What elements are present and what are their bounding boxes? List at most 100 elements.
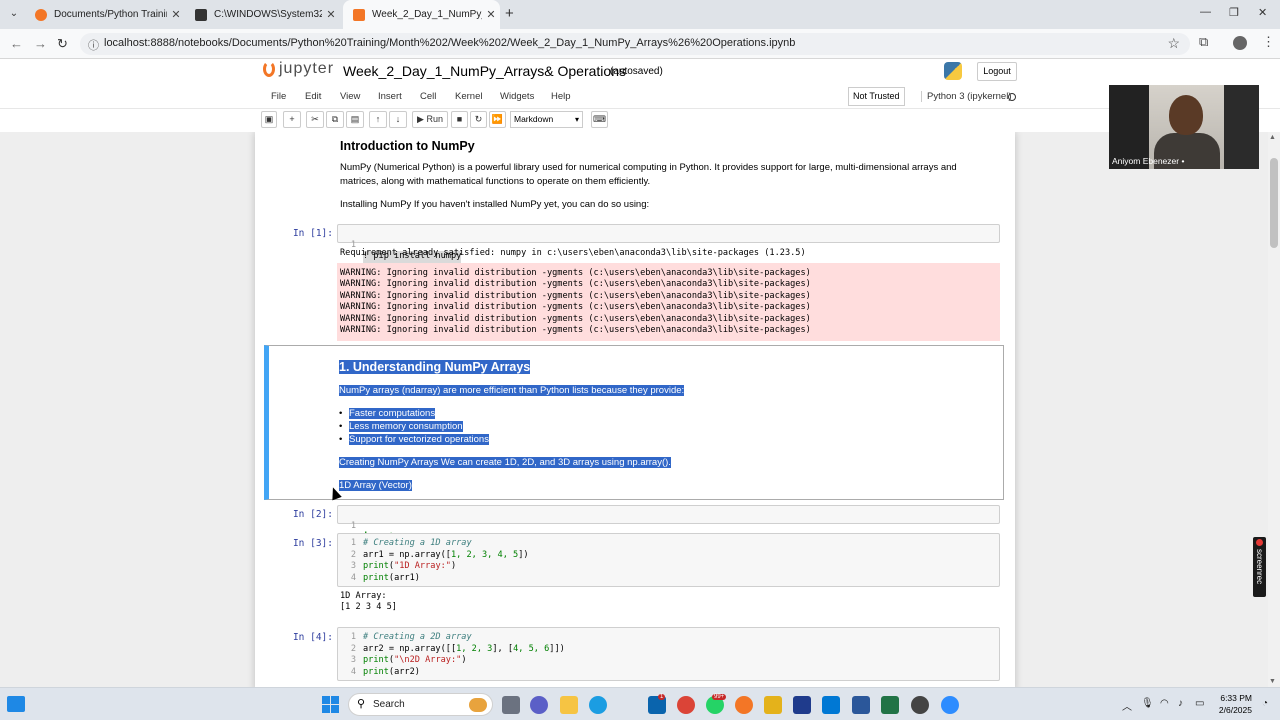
word-icon[interactable] [852, 696, 870, 714]
code-line: 1 ! pip install numpy [338, 228, 999, 263]
copy-icon[interactable]: ⧉ [326, 111, 344, 128]
menu-help[interactable]: Help [551, 91, 571, 102]
extensions-icon[interactable]: ⧉ [1199, 34, 1208, 50]
forward-icon[interactable]: → [34, 36, 47, 51]
menu-view[interactable]: View [340, 91, 360, 102]
app-l-icon[interactable] [793, 696, 811, 714]
excel-icon[interactable] [881, 696, 899, 714]
tab-title: Week_2_Day_1_NumPy_Arrays% [372, 9, 482, 20]
cell-prompt: In [2]: [292, 509, 333, 520]
restore-icon[interactable]: ❐ [1229, 6, 1239, 19]
widgets-icon[interactable] [7, 696, 25, 712]
interrupt-icon[interactable]: ■ [451, 111, 468, 128]
menu-file[interactable]: File [271, 91, 286, 102]
restart-run-all-icon[interactable]: ⏩ [489, 111, 506, 128]
teams-icon[interactable] [530, 696, 548, 714]
jupyter-taskbar-icon[interactable] [735, 696, 753, 714]
cell-type-select[interactable]: Markdown ▾ [510, 111, 583, 128]
bookmark-star-icon[interactable]: ☆ [1167, 35, 1180, 52]
python-logo-icon [944, 62, 962, 80]
search-label: Search [373, 699, 405, 710]
site-info-icon[interactable]: ⓘ [88, 37, 99, 53]
whatsapp-badge: 99+ [712, 694, 727, 700]
code-cell-1[interactable]: 1 ! pip install numpy [337, 224, 1000, 263]
tab-notebook[interactable]: Week_2_Day_1_NumPy_Arrays% ✕ [343, 0, 500, 29]
run-button[interactable]: ▶ Run [412, 111, 448, 128]
paste-icon[interactable]: ▤ [346, 111, 364, 128]
code-builtin: print [363, 572, 389, 583]
close-tab-icon[interactable]: ✕ [482, 8, 500, 21]
move-down-icon[interactable]: ↓ [389, 111, 407, 128]
menu-widgets[interactable]: Widgets [500, 91, 534, 102]
command-palette-icon[interactable]: ⌨ [591, 111, 608, 128]
tab-search-icon[interactable]: ⌄ [6, 5, 22, 23]
wifi-icon[interactable]: ◠ [1160, 698, 1169, 709]
code-cell-2[interactable]: 1 import numpy as np [337, 505, 1000, 542]
kernel-status-icon [1008, 93, 1016, 101]
scroll-down-icon[interactable]: ▼ [1269, 678, 1276, 685]
battery-icon[interactable]: ▭ [1195, 698, 1204, 709]
selected-markdown-cell[interactable]: 1. Understanding NumPy Arrays NumPy arra… [264, 345, 1004, 500]
github-icon[interactable] [911, 696, 929, 714]
tab-documents[interactable]: Documents/Python Training/M ✕ [25, 0, 185, 29]
logout-button[interactable]: Logout [977, 62, 1017, 81]
code-cell-4[interactable]: 1 # Creating a 2D array 2 arr2 = np.array(… [337, 627, 1000, 681]
system-clock[interactable]: 6:33 PM 2/6/2025 [1212, 692, 1252, 716]
restart-icon[interactable]: ↻ [470, 111, 487, 128]
microphone-icon[interactable]: 🎙 [1141, 698, 1154, 709]
menu-cell[interactable]: Cell [420, 91, 436, 102]
cell-3-output-line: [1 2 3 4 5] [340, 602, 397, 612]
start-icon[interactable] [322, 696, 339, 713]
back-icon[interactable]: ← [10, 36, 23, 51]
url-text: localhost:8888/notebooks/Documents/Pytho… [104, 37, 796, 49]
cell-type-value: Markdown [514, 114, 554, 124]
scroll-up-icon[interactable]: ▲ [1269, 134, 1276, 141]
task-view-icon[interactable] [502, 696, 520, 714]
profile-avatar[interactable] [1233, 36, 1247, 50]
webcam-background [1224, 85, 1259, 169]
notification-icon[interactable]: ◔ [1262, 698, 1268, 709]
jupyter-logo[interactable]: jupyter [263, 60, 334, 78]
menu-edit[interactable]: Edit [305, 91, 321, 102]
jupyter-favicon-icon [35, 8, 47, 21]
vscode-icon[interactable] [822, 696, 840, 714]
vertical-scrollbar[interactable]: ▲ ▼ [1268, 132, 1280, 687]
move-up-icon[interactable]: ↑ [369, 111, 387, 128]
md-subheading: 1D Array (Vector) [339, 480, 412, 491]
notebook-title[interactable]: Week_2_Day_1_NumPy_Arrays& Operations [343, 63, 626, 79]
cut-icon[interactable]: ✂ [306, 111, 324, 128]
close-tab-icon[interactable]: ✕ [167, 8, 185, 21]
cell-prompt: In [4]: [292, 632, 333, 643]
tab-cmd[interactable]: C:\WINDOWS\System32\Windo ✕ [185, 0, 340, 29]
kernel-name[interactable]: Python 3 (ipykernel) [921, 91, 1011, 102]
close-window-icon[interactable]: ✕ [1258, 6, 1267, 19]
code-builtin: print [363, 655, 389, 665]
browser-menu-icon[interactable]: ⋮ [1262, 34, 1275, 50]
code-line: 4 print(arr2) [350, 666, 420, 677]
trust-button[interactable]: Not Trusted [848, 87, 905, 106]
reload-icon[interactable]: ↻ [57, 36, 68, 52]
mail-icon[interactable]: 1 [648, 694, 666, 714]
code-cell-3[interactable]: 1 # Creating a 1D array 2 arr1 = np.array(… [337, 533, 1000, 587]
whatsapp-icon[interactable]: 99+ [706, 694, 727, 714]
menu-insert[interactable]: Insert [378, 91, 402, 102]
file-explorer-icon[interactable] [560, 696, 578, 714]
scroll-thumb[interactable] [1270, 158, 1278, 248]
zoom-icon[interactable] [941, 696, 959, 714]
jupyter-logo-text: jupyter [279, 60, 335, 77]
add-cell-icon[interactable]: + [283, 111, 301, 128]
volume-icon[interactable]: ♪ [1178, 698, 1183, 709]
new-tab-button[interactable]: + [505, 5, 514, 22]
taskbar: ⚲ Search 1 99+ ︿ 🎙 ◠ ♪ ▭ 6:33 PM 2/6/202… [0, 687, 1280, 720]
screenrec-widget[interactable]: screenrec [1253, 537, 1266, 597]
menu-kernel[interactable]: Kernel [455, 91, 482, 102]
chevron-up-icon[interactable]: ︿ [1122, 698, 1132, 713]
chrome-icon[interactable] [677, 696, 695, 714]
close-tab-icon[interactable]: ✕ [322, 8, 340, 21]
url-bar[interactable]: ⓘ localhost:8888/notebooks/Documents/Pyt… [80, 33, 1190, 55]
files-icon[interactable] [764, 696, 782, 714]
taskbar-search[interactable]: ⚲ Search [348, 693, 493, 716]
save-icon[interactable]: ▣ [261, 111, 277, 128]
minimize-icon[interactable]: — [1200, 6, 1211, 18]
edge-icon[interactable] [589, 696, 607, 714]
